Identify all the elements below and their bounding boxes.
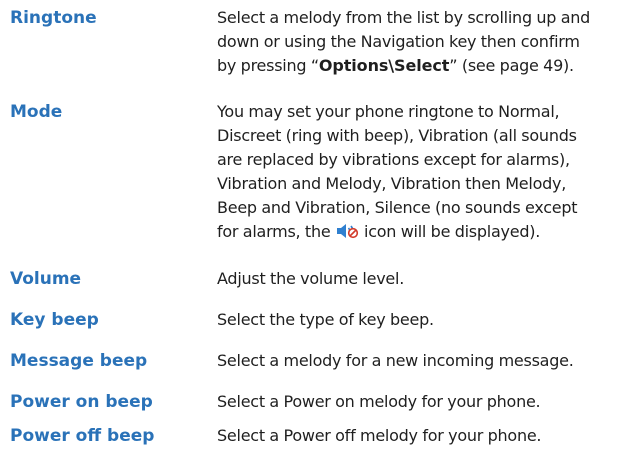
setting-term: Key beep (10, 310, 99, 330)
setting-description: Select a Power off melody for your phone… (217, 424, 642, 448)
description-line: Discreet (ring with beep), Vibration (al… (217, 126, 577, 145)
setting-description: Select a melody from the list by scrolli… (217, 6, 642, 78)
description-line: Select a melody from the list by scrolli… (217, 8, 591, 27)
setting-description: Adjust the volume level. (217, 267, 642, 291)
description-line: for alarms, the icon will be displayed). (217, 220, 642, 244)
setting-term: Ringtone (10, 8, 97, 28)
description-line: down or using the Navigation key then co… (217, 32, 580, 51)
setting-term: Message beep (10, 351, 148, 371)
description-text: for alarms, the (217, 222, 331, 241)
setting-term: Power off beep (10, 426, 155, 446)
description-line: Select a Power on melody for your phone. (217, 392, 541, 411)
description-line: by pressing “Options\Select” (see page 4… (217, 54, 642, 78)
description-text: icon will be displayed). (364, 222, 541, 241)
description-line: Select a Power off melody for your phone… (217, 426, 542, 445)
description-line: are replaced by vibrations except for al… (217, 150, 570, 169)
setting-description: Select a melody for a new incoming messa… (217, 349, 642, 373)
setting-term: Volume (10, 269, 82, 289)
setting-description: You may set your phone ringtone to Norma… (217, 100, 642, 244)
setting-term: Power on beep (10, 392, 153, 412)
setting-term: Mode (10, 102, 63, 122)
setting-description: Select a Power on melody for your phone. (217, 390, 642, 414)
description-line: You may set your phone ringtone to Norma… (217, 102, 560, 121)
description-line: Adjust the volume level. (217, 269, 405, 288)
setting-description: Select the type of key beep. (217, 308, 642, 332)
description-line: Select the type of key beep. (217, 310, 434, 329)
description-line: Vibration and Melody, Vibration then Mel… (217, 174, 567, 193)
description-text: ” (see page 49). (449, 56, 574, 75)
settings-definition-list: Ringtone Select a melody from the list b… (0, 0, 644, 452)
description-line: Select a melody for a new incoming messa… (217, 351, 574, 370)
silent-mode-icon (335, 223, 359, 239)
description-text: by pressing “ (217, 56, 319, 75)
options-select-label: Options\Select (318, 56, 450, 75)
description-line: Beep and Vibration, Silence (no sounds e… (217, 198, 578, 217)
